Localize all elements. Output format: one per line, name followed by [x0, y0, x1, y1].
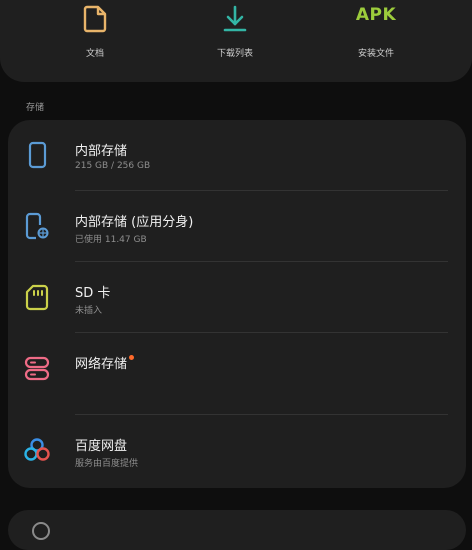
- storage-item-network[interactable]: 网络存储: [8, 333, 466, 405]
- storage-item-sd-card[interactable]: SD 卡 未插入: [8, 262, 466, 334]
- storage-item-subtitle: 服务由百度提供: [75, 459, 139, 469]
- storage-item-title: 百度网盘: [75, 439, 128, 454]
- storage-section-label: 存储: [26, 103, 45, 113]
- dual-app-phone-icon: [25, 212, 49, 240]
- storage-item-baidu-netdisk[interactable]: 百度网盘 服务由百度提供: [8, 415, 466, 487]
- storage-item-title: 内部存储 (应用分身): [75, 215, 194, 230]
- sd-card-icon: [25, 284, 49, 311]
- storage-item-subtitle: 未插入: [75, 306, 103, 316]
- storage-item-subtitle: 已使用 11.47 GB: [75, 235, 147, 245]
- download-icon: [223, 5, 247, 32]
- quick-access-label: 文档: [85, 49, 104, 59]
- quick-access-label: 下载列表: [216, 49, 253, 59]
- storage-card: 内部存储 215 GB / 256 GB 内部存储 (应用分身) 已使用 11.…: [8, 120, 466, 488]
- partial-icon: [32, 522, 50, 540]
- phone-icon: [28, 141, 47, 169]
- next-card[interactable]: [8, 510, 466, 550]
- storage-item-internal[interactable]: 内部存储 215 GB / 256 GB: [8, 120, 466, 192]
- storage-item-title: SD 卡: [75, 286, 111, 301]
- storage-item-title: 内部存储: [75, 144, 128, 159]
- storage-item-internal-dual-app[interactable]: 内部存储 (应用分身) 已使用 11.47 GB: [8, 191, 466, 263]
- quick-access-label: 安装文件: [357, 49, 394, 59]
- storage-item-title: 网络存储: [75, 353, 135, 372]
- apk-icon: APK: [355, 5, 397, 25]
- new-badge-dot: [129, 355, 135, 360]
- storage-item-subtitle: 215 GB / 256 GB: [75, 161, 151, 171]
- quick-access-card: 文档 下载列表 APK 安装文件: [0, 0, 472, 82]
- network-storage-icon: [24, 356, 50, 381]
- storage-item-title-text: 网络存储: [75, 357, 128, 372]
- baidu-cloud-icon: [24, 438, 50, 461]
- document-icon: [83, 5, 107, 33]
